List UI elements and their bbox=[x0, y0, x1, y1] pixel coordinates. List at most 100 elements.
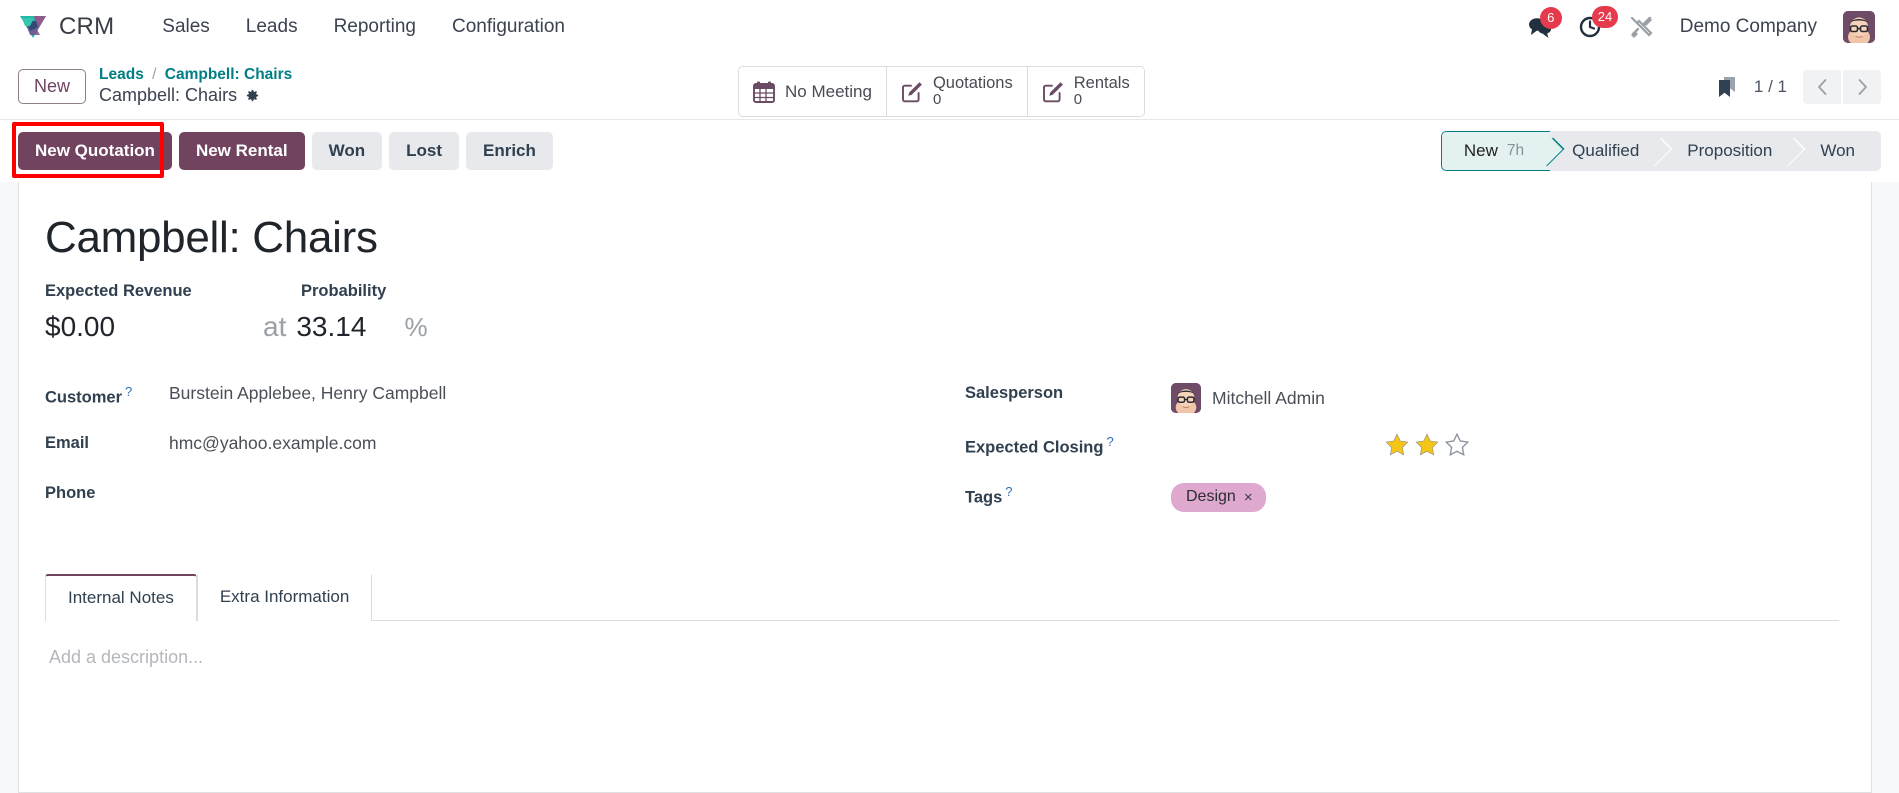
chevron-right-icon bbox=[1856, 78, 1869, 96]
description-input[interactable]: Add a description... bbox=[49, 647, 1835, 668]
stage-new[interactable]: New 7h bbox=[1440, 131, 1551, 171]
tools-icon bbox=[1629, 15, 1654, 39]
stage-proposition[interactable]: Proposition bbox=[1665, 131, 1798, 171]
salesperson-value[interactable]: Mitchell Admin bbox=[1212, 388, 1325, 409]
brand-area[interactable]: CRM bbox=[18, 13, 114, 41]
stage-label-won: Won bbox=[1820, 141, 1855, 160]
email-field-row: Email hmc@yahoo.example.com bbox=[45, 431, 965, 481]
expected-closing-help-icon[interactable]: ? bbox=[1106, 434, 1113, 449]
breadcrumb-leads[interactable]: Leads bbox=[99, 66, 144, 83]
mark-lost-button[interactable]: Lost bbox=[389, 132, 459, 170]
control-panel: New Leads / Campbell: Chairs Campbell: C… bbox=[0, 54, 1899, 120]
expected-closing-label: Expected Closing? bbox=[965, 434, 1114, 457]
messages-menu[interactable]: 6 bbox=[1527, 7, 1562, 38]
stage-won[interactable]: Won bbox=[1798, 131, 1881, 171]
main-menu: Sales Leads Reporting Configuration bbox=[144, 10, 583, 44]
fields-column-left: Customer? Burstein Applebee, Henry Campb… bbox=[45, 381, 965, 531]
new-rental-button[interactable]: New Rental bbox=[178, 132, 305, 170]
tags-label: Tags? bbox=[965, 484, 1013, 507]
stage-label-new: New bbox=[1463, 141, 1498, 160]
priority-stars bbox=[1385, 431, 1469, 457]
pager-area: 1 / 1 bbox=[1716, 69, 1881, 104]
menu-item-reporting[interactable]: Reporting bbox=[316, 10, 434, 44]
mark-won-button[interactable]: Won bbox=[311, 132, 383, 170]
tags-help-icon[interactable]: ? bbox=[1005, 484, 1012, 499]
probability-field: Probability at 33.14 % bbox=[263, 282, 428, 343]
probability-value[interactable]: 33.14 bbox=[296, 311, 366, 343]
stage-qualified[interactable]: Qualified bbox=[1550, 131, 1665, 171]
pencil-square-icon bbox=[900, 80, 924, 104]
salesperson-avatar bbox=[1171, 383, 1201, 414]
salesperson-label: Salesperson bbox=[965, 384, 1064, 403]
pager-next-button[interactable] bbox=[1843, 69, 1881, 104]
top-navbar: CRM Sales Leads Reporting Configuration … bbox=[0, 0, 1899, 54]
expected-revenue-field: Expected Revenue $0.00 bbox=[45, 282, 263, 343]
stat-button-group: No Meeting Quotations 0 Rentals 0 bbox=[738, 66, 1145, 118]
pager-value[interactable]: 1 / 1 bbox=[1754, 77, 1787, 97]
stage-label-qualified: Qualified bbox=[1572, 141, 1640, 160]
fields-grid: Customer? Burstein Applebee, Henry Campb… bbox=[45, 381, 1839, 531]
messages-badge: 6 bbox=[1539, 7, 1562, 29]
email-value[interactable]: hmc@yahoo.example.com bbox=[169, 431, 376, 454]
star-empty-icon[interactable] bbox=[1445, 433, 1469, 457]
customer-field-row: Customer? Burstein Applebee, Henry Campb… bbox=[45, 381, 965, 431]
tags-field-row: Tags? Design × bbox=[965, 481, 1839, 531]
star-filled-icon[interactable] bbox=[1385, 433, 1409, 456]
tab-extra-information[interactable]: Extra Information bbox=[196, 574, 373, 622]
pager-previous-button[interactable] bbox=[1803, 69, 1841, 104]
stat-label-rentals: Rentals bbox=[1073, 74, 1130, 92]
phone-label: Phone bbox=[45, 484, 96, 503]
stat-value-rentals: 0 bbox=[1073, 91, 1083, 109]
star-filled-icon[interactable] bbox=[1415, 433, 1439, 456]
menu-item-configuration[interactable]: Configuration bbox=[434, 10, 583, 44]
avatar[interactable] bbox=[1843, 11, 1875, 43]
tag-chip[interactable]: Design × bbox=[1171, 483, 1266, 513]
stage-duration-new: 7h bbox=[1506, 142, 1525, 159]
form-sheet: Campbell: Chairs Expected Revenue $0.00 … bbox=[18, 182, 1872, 793]
breadcrumb-current[interactable]: Campbell: Chairs bbox=[165, 66, 292, 83]
page-title: Campbell: Chairs bbox=[99, 84, 238, 105]
calendar-icon bbox=[752, 80, 776, 104]
customer-help-icon[interactable]: ? bbox=[125, 384, 132, 399]
action-status-bar: New Quotation New Rental Won Lost Enrich… bbox=[0, 120, 1899, 182]
tag-label: Design bbox=[1186, 488, 1236, 506]
probability-prefix: at bbox=[263, 311, 287, 343]
probability-suffix: % bbox=[404, 312, 428, 343]
new-quotation-button[interactable]: New Quotation bbox=[18, 132, 172, 170]
stat-button-rentals[interactable]: Rentals 0 bbox=[1027, 67, 1144, 117]
gear-icon[interactable] bbox=[245, 88, 260, 103]
menu-item-sales[interactable]: Sales bbox=[144, 10, 228, 44]
breadcrumb-separator: / bbox=[152, 66, 157, 84]
new-record-button[interactable]: New bbox=[18, 68, 87, 105]
action-buttons: New Quotation New Rental Won Lost Enrich bbox=[18, 132, 553, 170]
crm-logo-icon bbox=[18, 13, 48, 41]
expected-revenue-value[interactable]: $0.00 bbox=[45, 311, 263, 343]
stat-value-quotations: 0 bbox=[932, 91, 942, 109]
notebook: Internal Notes Extra Information Add a d… bbox=[45, 573, 1839, 694]
enrich-button[interactable]: Enrich bbox=[466, 132, 553, 170]
close-icon[interactable]: × bbox=[1244, 489, 1253, 506]
menu-item-leads[interactable]: Leads bbox=[228, 10, 316, 44]
bookmark-icon[interactable] bbox=[1716, 75, 1738, 99]
customer-label: Customer? bbox=[45, 384, 133, 407]
fields-column-right: Salesperson Mitchell Admin Expected Clos… bbox=[965, 381, 1839, 531]
stat-button-meeting[interactable]: No Meeting bbox=[739, 67, 887, 117]
stat-label-meeting: No Meeting bbox=[785, 81, 872, 101]
tab-internal-notes[interactable]: Internal Notes bbox=[45, 574, 197, 622]
email-label: Email bbox=[45, 434, 90, 453]
kpi-row: Expected Revenue $0.00 Probability at 33… bbox=[45, 282, 1839, 343]
pencil-square-icon bbox=[1041, 80, 1065, 104]
stat-button-quotations[interactable]: Quotations 0 bbox=[886, 67, 1028, 117]
probability-label: Probability bbox=[301, 282, 387, 301]
brand-name: CRM bbox=[59, 13, 115, 40]
navbar-systray: 6 24 Demo Company bbox=[1527, 6, 1881, 43]
debug-menu[interactable] bbox=[1629, 15, 1654, 39]
activities-menu[interactable]: 24 bbox=[1579, 6, 1619, 39]
expected-closing-field-row: Expected Closing? bbox=[965, 431, 1839, 481]
notebook-page-internal-notes: Add a description... bbox=[45, 621, 1839, 694]
company-switcher[interactable]: Demo Company bbox=[1680, 16, 1817, 38]
customer-value[interactable]: Burstein Applebee, Henry Campbell bbox=[169, 381, 446, 404]
stat-label-quotations: Quotations bbox=[932, 74, 1013, 92]
stage-label-proposition: Proposition bbox=[1687, 141, 1773, 160]
tags-value: Design × bbox=[1171, 481, 1266, 513]
